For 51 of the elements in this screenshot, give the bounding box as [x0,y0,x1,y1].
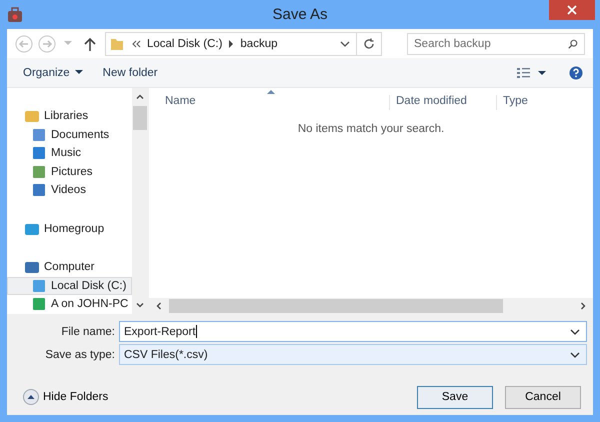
vertical-scrollbar[interactable] [132,88,148,314]
sidebar-item[interactable]: Videos [7,181,132,200]
save-button[interactable]: Save [417,386,493,408]
breadcrumb-arrow-icon [228,40,234,48]
sidebar-item[interactable]: Pictures [7,162,132,181]
hide-folders-button[interactable]: Hide Folders [17,388,114,406]
chevrons-icon [131,40,141,48]
cancel-button[interactable]: Cancel [505,386,581,408]
window-title: Save As [272,6,328,23]
breadcrumb[interactable]: Local Disk (C:) [147,38,222,50]
dropdown-icon [570,352,580,358]
column-header[interactable]: Date modified [389,95,496,110]
sort-arrow-icon [267,90,275,94]
collapse-icon [23,389,39,405]
address-bar[interactable]: Local Disk (C:) backup [105,32,382,56]
help-icon[interactable] [569,66,583,80]
empty-message: No items match your search. [298,123,444,135]
file-type-label: Save as type: [44,348,115,360]
caret-icon [74,70,83,75]
column-header[interactable]: Name [165,95,389,110]
scroll-right-icon[interactable] [579,302,587,310]
dropdown-icon[interactable] [570,328,580,334]
file-name-field[interactable]: Export-Report [119,321,587,342]
close-button[interactable] [549,0,595,20]
briefcase-icon [7,6,23,22]
scroll-thumb[interactable] [133,106,147,130]
file-type-dropdown[interactable]: CSV Files(*.csv) [119,344,587,365]
view-options-icon[interactable] [517,66,547,78]
horizontal-scrollbar[interactable] [149,298,593,314]
up-arrow-icon[interactable] [84,36,96,50]
organize-button[interactable]: Organize [17,62,89,82]
sidebar-item[interactable]: Local Disk (C:) [7,276,132,295]
scroll-left-icon[interactable] [155,302,163,310]
file-name-label: File name: [60,326,115,338]
column-header[interactable]: Type [496,95,528,110]
sidebar-item[interactable]: Libraries [7,107,132,126]
sidebar-item[interactable]: Music [7,144,132,162]
sidebar-item[interactable]: Homegroup [7,220,132,238]
search-field[interactable]: Search backup [407,32,585,54]
dropdown-icon[interactable] [340,40,350,48]
close-icon [567,5,577,15]
scroll-down-icon[interactable] [136,301,144,309]
scroll-up-icon[interactable] [136,93,144,101]
sidebar-item[interactable]: Documents [7,126,132,144]
sidebar-item[interactable]: A on JOHN-PC [7,295,132,314]
refresh-icon [363,38,375,50]
scroll-thumb[interactable] [169,299,503,313]
breadcrumb[interactable]: backup [240,38,278,50]
search-icon [568,38,578,48]
new-folder-button[interactable]: New folder [96,62,164,82]
sidebar-item[interactable]: Computer [7,258,132,276]
